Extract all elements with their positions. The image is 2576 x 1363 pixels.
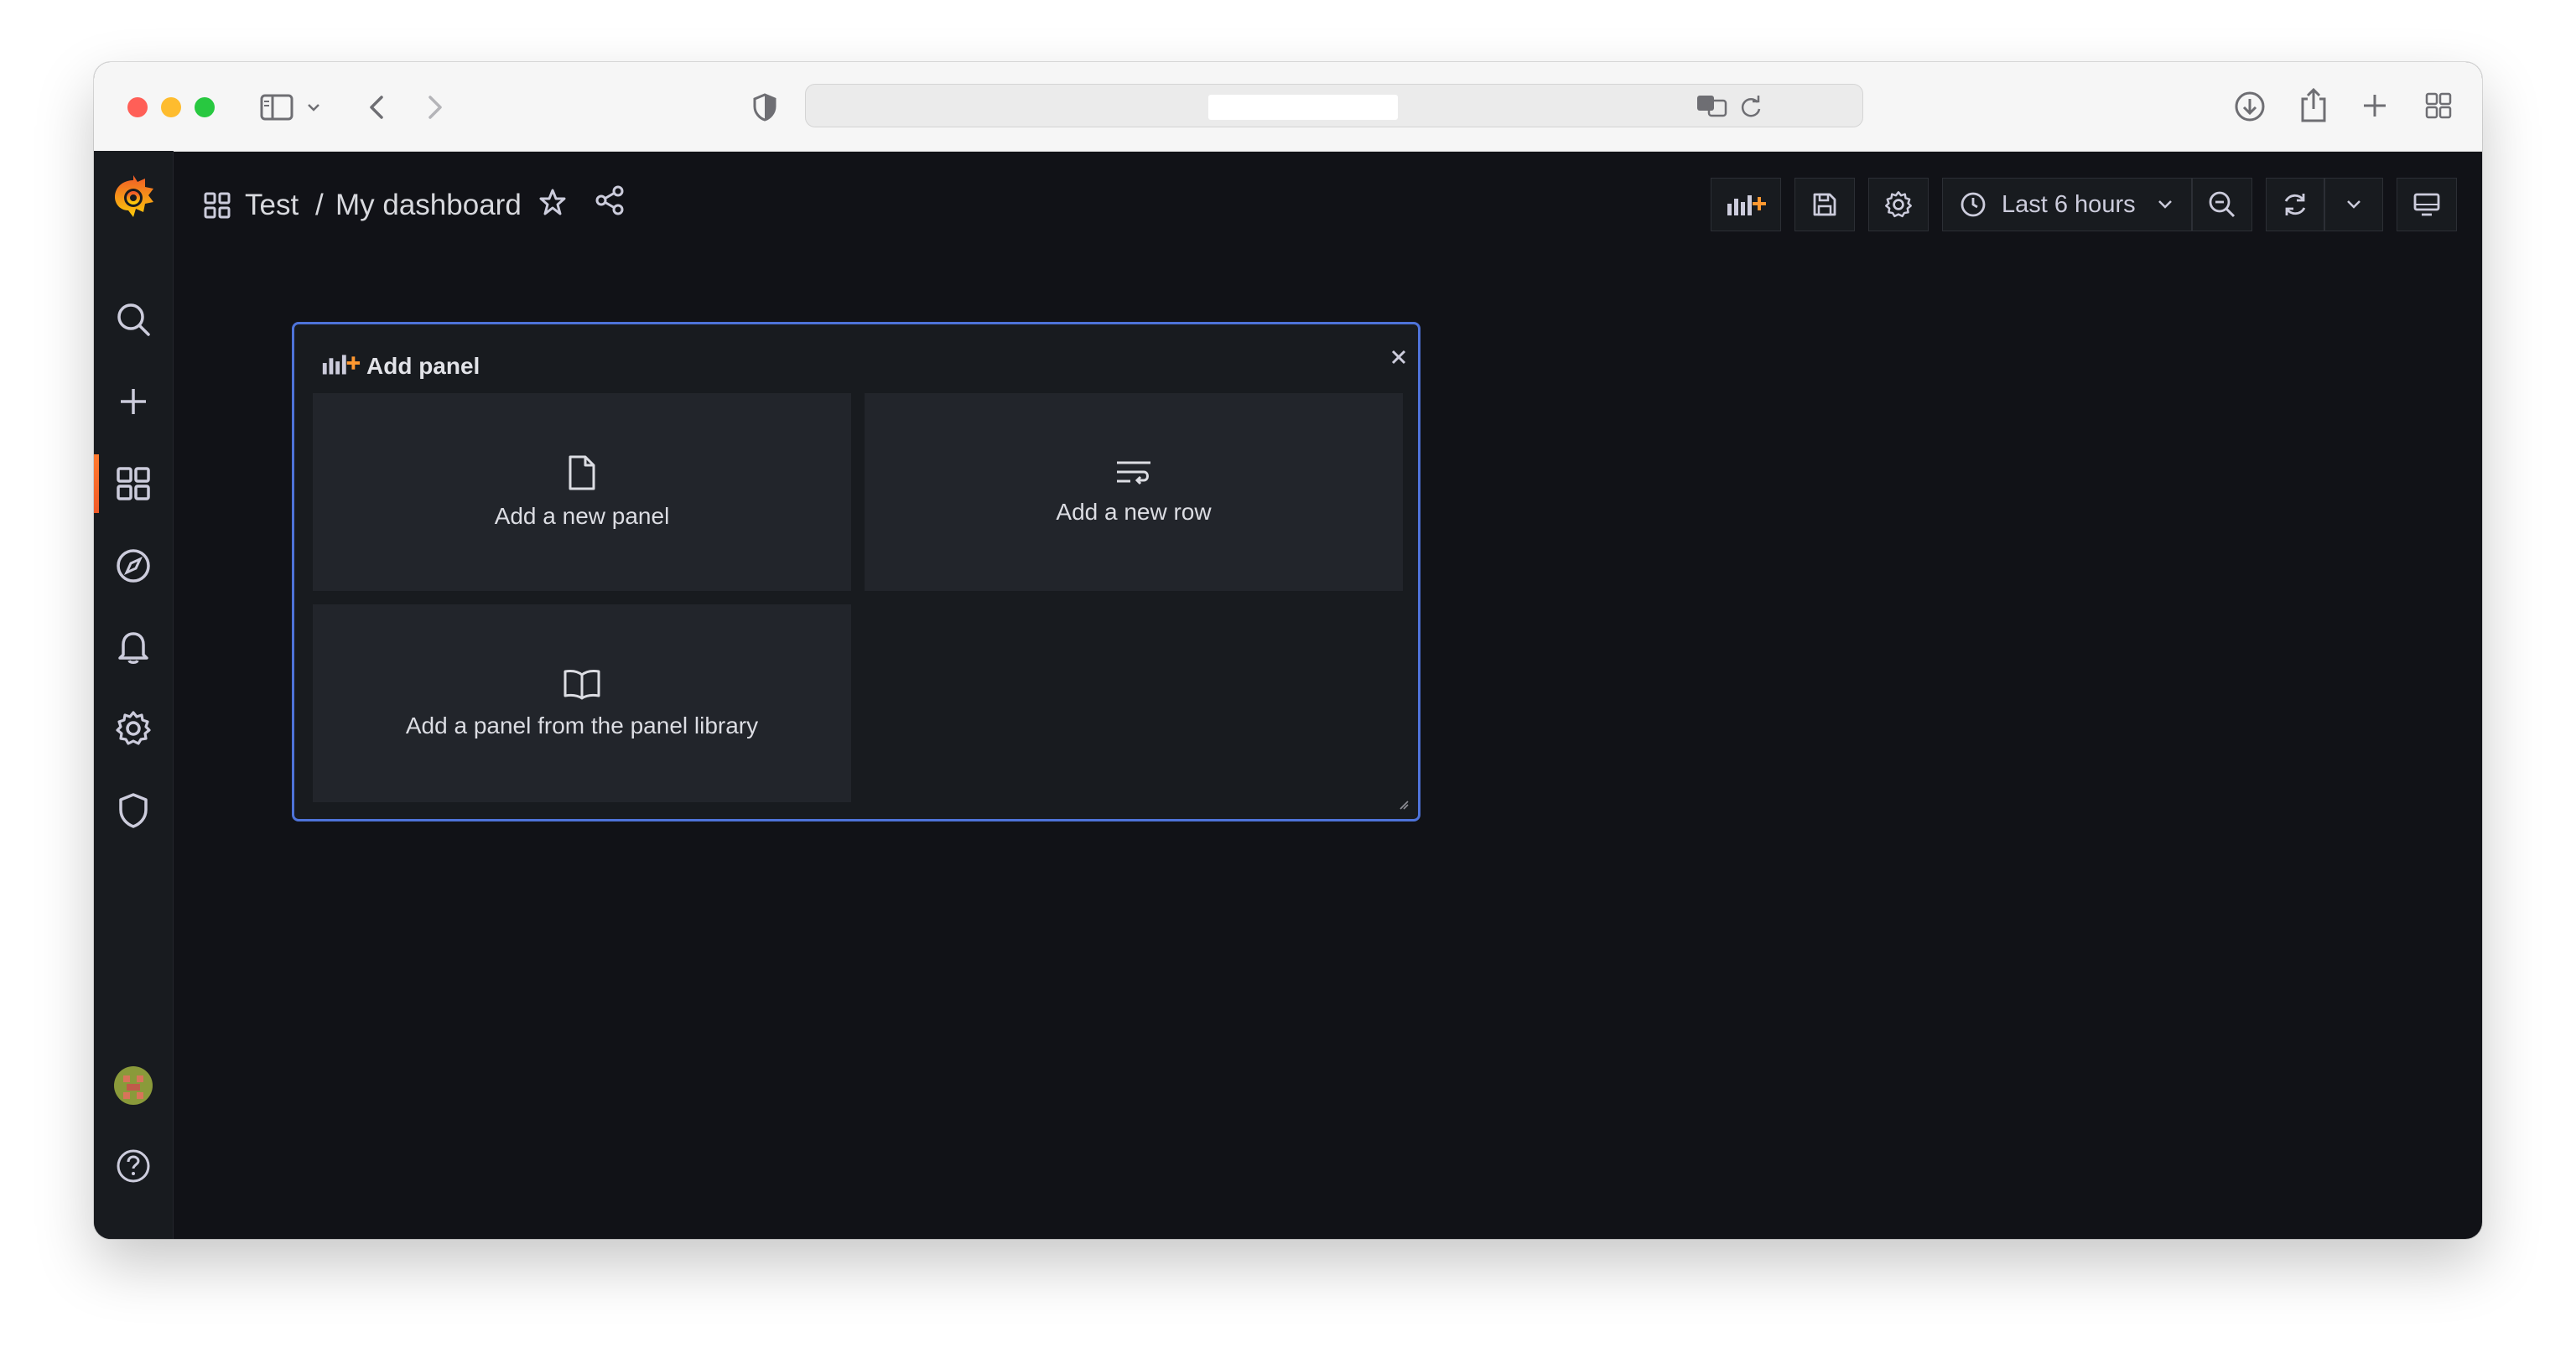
downloads-icon[interactable] — [2232, 89, 2267, 124]
forward-icon[interactable] — [423, 91, 448, 124]
zoom-out-button[interactable] — [2192, 178, 2252, 231]
time-range-picker[interactable]: Last 6 hours — [1942, 178, 2192, 231]
tab-overview-icon[interactable] — [2422, 89, 2455, 122]
new-tab-icon[interactable] — [2358, 89, 2392, 122]
close-window-button[interactable] — [127, 97, 148, 117]
chevron-down-icon[interactable] — [305, 96, 322, 119]
reload-icon[interactable] — [1737, 93, 1765, 122]
close-icon[interactable] — [1386, 345, 1411, 370]
alerting-icon[interactable] — [94, 617, 173, 676]
time-range-label: Last 6 hours — [2002, 190, 2136, 218]
back-icon[interactable] — [364, 91, 389, 124]
breadcrumb-folder[interactable]: Test — [245, 184, 299, 226]
share-dashboard-icon[interactable] — [592, 183, 627, 218]
plus-icon[interactable] — [94, 372, 173, 431]
search-icon[interactable] — [94, 290, 173, 349]
refresh-button[interactable] — [2266, 178, 2324, 231]
shield-icon[interactable] — [94, 781, 173, 840]
option-label: Add a panel from the panel library — [405, 713, 759, 739]
star-icon[interactable] — [535, 184, 570, 220]
share-icon[interactable] — [2296, 86, 2331, 124]
page-title[interactable]: My dashboard — [335, 184, 522, 226]
avatar[interactable] — [94, 1056, 173, 1115]
book-icon — [564, 670, 600, 700]
translate-icon[interactable] — [1695, 91, 1728, 120]
chevron-down-icon — [2347, 200, 2360, 209]
row-icon — [1117, 461, 1150, 485]
refresh-interval-dropdown[interactable] — [2324, 178, 2383, 231]
breadcrumb-separator: / — [315, 189, 324, 221]
dashboard-settings-button[interactable] — [1868, 178, 1929, 231]
explore-icon[interactable] — [94, 536, 173, 595]
option-label: Add a new row — [1056, 499, 1212, 525]
maximize-window-button[interactable] — [195, 97, 215, 117]
file-icon — [569, 455, 595, 490]
minimize-window-button[interactable] — [161, 97, 181, 117]
active-indicator — [94, 454, 99, 513]
resize-handle-icon[interactable] — [1398, 799, 1410, 811]
save-dashboard-button[interactable] — [1794, 178, 1855, 231]
browser-window: Test / My dashboard Last 6 hours Add pan… — [94, 62, 2482, 1239]
help-icon[interactable] — [94, 1137, 173, 1195]
gear-icon[interactable] — [94, 699, 173, 758]
grafana-logo-icon[interactable] — [94, 168, 173, 226]
browser-titlebar — [94, 62, 2482, 152]
add-new-panel-button[interactable]: Add a new panel — [313, 393, 851, 591]
add-panel-widget: Add panel Add a new panel Add a new row … — [292, 322, 1420, 821]
url-text — [1208, 95, 1398, 120]
add-new-row-button[interactable]: Add a new row — [865, 393, 1403, 591]
add-panel-button[interactable] — [1711, 178, 1781, 231]
clock-icon — [1961, 192, 1986, 217]
address-bar[interactable] — [805, 84, 1863, 127]
add-panel-icon — [322, 355, 361, 375]
privacy-shield-icon[interactable] — [750, 91, 780, 124]
add-from-library-button[interactable]: Add a panel from the panel library — [313, 604, 851, 802]
tv-mode-button[interactable] — [2397, 178, 2457, 231]
dashboards-icon[interactable] — [94, 454, 173, 513]
sidebar — [94, 151, 174, 1239]
panel-title: Add panel — [366, 353, 480, 379]
sidebar-toggle-icon[interactable] — [258, 91, 295, 124]
dashboard-grid-icon — [201, 189, 233, 221]
option-label: Add a new panel — [494, 503, 670, 529]
chevron-down-icon — [2158, 200, 2172, 209]
